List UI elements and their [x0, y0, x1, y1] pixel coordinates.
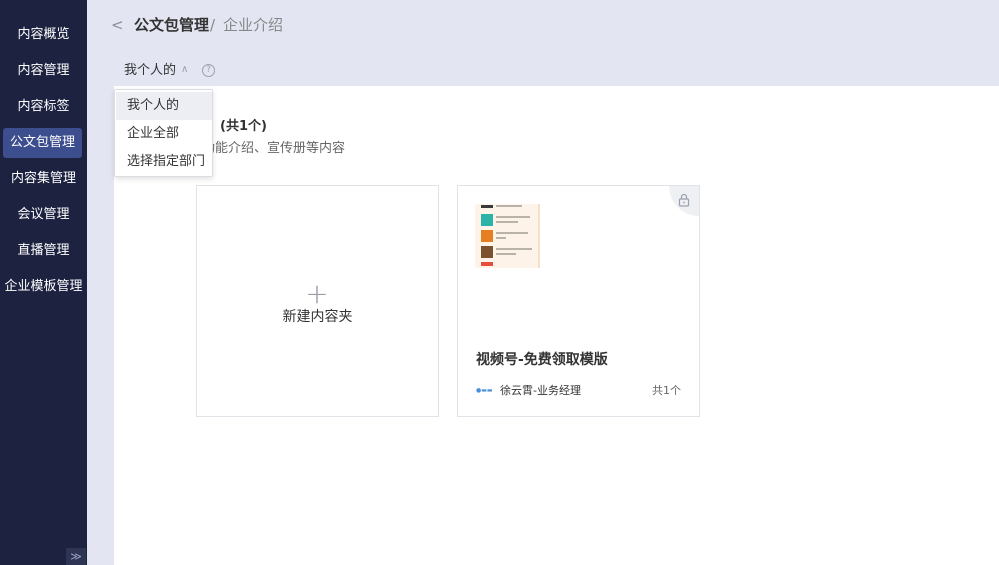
- sidebar-item-enterprise-template-management[interactable]: 企业模板管理: [0, 272, 87, 302]
- folder-card[interactable]: 视频号-免费领取模版 ●▬▬ 徐云霄-业务经理 共1个: [457, 185, 700, 417]
- brand-logo-icon: ●▬▬: [476, 387, 493, 394]
- content-gutter: [87, 86, 114, 565]
- sidebar-item-content-management[interactable]: 内容管理: [0, 56, 87, 86]
- sidebar-item-briefcase-management[interactable]: 公文包管理: [3, 128, 82, 158]
- sidebar: 内容概览 内容管理 内容标签 公文包管理 内容集管理 会议管理 直播管理 企业模…: [0, 0, 87, 565]
- back-arrow-icon[interactable]: <: [111, 14, 127, 36]
- help-icon[interactable]: ?: [202, 64, 215, 77]
- dropdown-option-enterprise-all[interactable]: 企业全部: [116, 120, 212, 148]
- sidebar-item-live-management[interactable]: 直播管理: [0, 236, 87, 266]
- plus-icon: +: [305, 277, 329, 310]
- scope-dropdown: 我个人的 企业全部 选择指定部门: [114, 89, 213, 177]
- section-description: 功能介绍、宣传册等内容: [202, 141, 346, 156]
- lock-icon: [678, 193, 690, 207]
- dropdown-option-select-department[interactable]: 选择指定部门: [116, 148, 212, 176]
- folder-thumbnail: [475, 204, 540, 268]
- new-folder-label: 新建内容夹: [282, 309, 353, 325]
- breadcrumb-parent[interactable]: 公文包管理: [134, 14, 209, 36]
- sidebar-collapse-icon[interactable]: ≫: [66, 548, 86, 565]
- sidebar-item-content-overview[interactable]: 内容概览: [0, 20, 87, 50]
- folder-item-count: 共1个: [652, 384, 681, 397]
- breadcrumb-separator: /: [210, 16, 216, 34]
- new-folder-card[interactable]: + 新建内容夹: [196, 185, 439, 417]
- sidebar-item-content-tags[interactable]: 内容标签: [0, 92, 87, 122]
- section-title: (共1个): [220, 119, 267, 134]
- header-bar: [87, 0, 999, 86]
- folder-title: 视频号-免费领取模版: [476, 352, 608, 368]
- breadcrumb-current: 企业介绍: [223, 16, 284, 34]
- sidebar-item-meeting-management[interactable]: 会议管理: [0, 200, 87, 230]
- sidebar-item-content-set-management[interactable]: 内容集管理: [0, 164, 87, 194]
- folder-owner: 徐云霄-业务经理: [500, 384, 581, 397]
- dropdown-option-mine[interactable]: 我个人的: [116, 92, 212, 120]
- scope-select[interactable]: 我个人的: [124, 61, 176, 81]
- chevron-up-icon[interactable]: ∧: [181, 63, 193, 77]
